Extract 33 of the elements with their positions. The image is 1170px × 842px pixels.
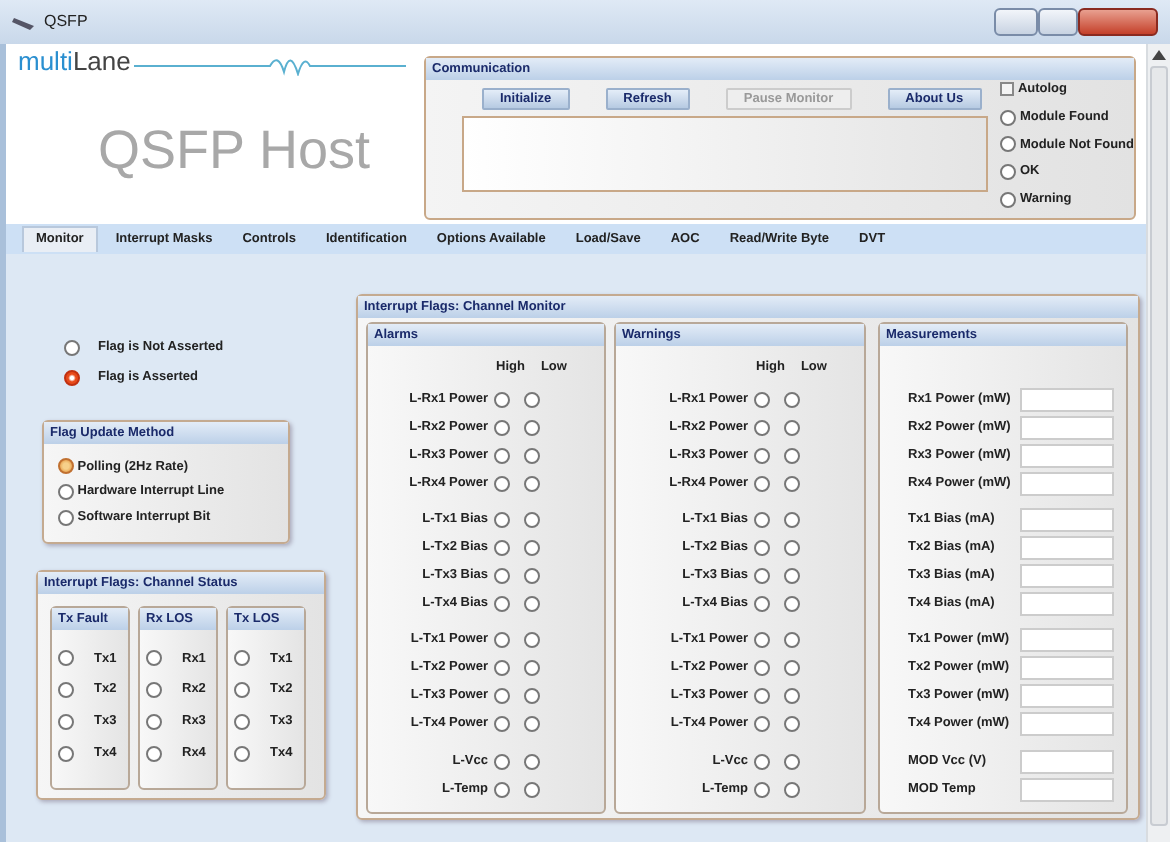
app-icon xyxy=(12,12,36,32)
scrollbar[interactable] xyxy=(1146,44,1170,842)
radio-button[interactable] xyxy=(58,458,74,475)
minimize-button[interactable] xyxy=(994,8,1038,36)
value-field[interactable] xyxy=(1020,628,1114,652)
value-field[interactable] xyxy=(1020,684,1114,708)
radio-button[interactable] xyxy=(1000,136,1017,153)
value-field[interactable] xyxy=(1020,592,1114,616)
value-field[interactable] xyxy=(1020,508,1114,532)
value-field[interactable] xyxy=(1020,564,1114,588)
value-field[interactable] xyxy=(1020,536,1114,560)
value-field[interactable] xyxy=(1020,416,1114,440)
app-title: QSFP Host xyxy=(98,120,373,180)
value-field[interactable] xyxy=(1020,472,1114,496)
maximize-button[interactable] xyxy=(1038,8,1078,36)
radio-button[interactable] xyxy=(58,484,74,501)
radio-button[interactable] xyxy=(1000,191,1017,208)
scroll-up-icon[interactable] xyxy=(1152,50,1166,60)
log-area[interactable] xyxy=(462,116,989,192)
checkbox[interactable] xyxy=(1000,82,1015,97)
window-title: QSFP xyxy=(44,10,88,34)
value-field[interactable] xyxy=(1020,444,1114,468)
value-field[interactable] xyxy=(1020,656,1114,680)
radio-button[interactable] xyxy=(1000,109,1017,126)
radio-button[interactable] xyxy=(58,509,74,526)
value-field[interactable] xyxy=(1020,778,1114,802)
value-field[interactable] xyxy=(1020,712,1114,736)
value-field[interactable] xyxy=(1020,388,1114,412)
radio-button[interactable] xyxy=(1000,164,1017,181)
close-button[interactable] xyxy=(1078,8,1158,36)
logo-text: multiLane xyxy=(18,48,131,76)
value-field[interactable] xyxy=(1020,750,1114,774)
scroll-thumb[interactable] xyxy=(1150,66,1168,826)
